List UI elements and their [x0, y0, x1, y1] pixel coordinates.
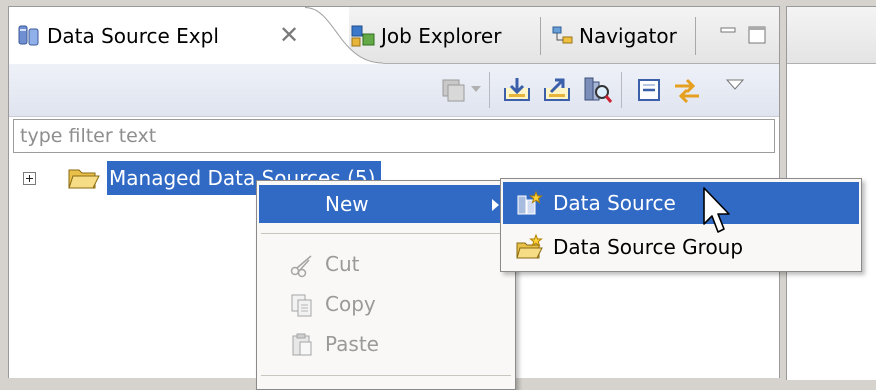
view-toolbar [9, 64, 779, 117]
menu-item-new[interactable]: New [259, 185, 513, 223]
collapse-disabled-icon[interactable] [437, 74, 469, 106]
submenu-arrow-icon [492, 199, 499, 211]
navigator-icon [552, 26, 573, 44]
paste-icon [292, 333, 312, 356]
expand-icon[interactable] [23, 172, 36, 185]
menu-separator [261, 233, 511, 234]
link-with-editor-icon[interactable] [671, 74, 703, 106]
tab-navigator[interactable]: Navigator [579, 22, 677, 50]
import-icon[interactable] [501, 74, 533, 106]
find-icon[interactable] [581, 74, 613, 106]
menu-item-label: Cut [325, 252, 360, 276]
filter-input[interactable] [13, 119, 775, 153]
submenu-item-label: Data Source [553, 191, 676, 215]
editor-area-tab-strip [787, 7, 876, 64]
tab-data-source-explorer[interactable]: Data Source Expl ✕ [9, 7, 349, 64]
submenu-item-data-source[interactable]: Data Source [503, 182, 859, 224]
scissors-icon [290, 255, 312, 278]
menu-separator [261, 375, 511, 376]
menu-item-label: Copy [325, 292, 376, 316]
submenu-item-data-source-group[interactable]: Data Source Group [503, 226, 859, 268]
menu-item-cut[interactable]: Cut [259, 245, 513, 283]
new-data-source-icon [517, 190, 543, 215]
minimize-icon[interactable] [719, 25, 739, 39]
new-folder-icon [516, 234, 543, 259]
data-source-explorer-icon [18, 25, 39, 46]
menu-item-copy[interactable]: Copy [259, 285, 513, 323]
new-submenu: Data Source Data Source Group [500, 178, 862, 272]
toolbar-separator [621, 72, 622, 108]
close-icon[interactable]: ✕ [279, 21, 299, 49]
collapse-all-icon[interactable] [633, 74, 665, 106]
tab-label: Data Source Expl [47, 24, 219, 48]
view-menu-icon[interactable] [725, 78, 745, 92]
maximize-icon[interactable] [747, 25, 769, 47]
context-menu: New Cut Copy Paste [256, 180, 516, 390]
job-explorer-icon [351, 25, 375, 47]
menu-item-label: Paste [325, 332, 379, 356]
menu-item-label: New [325, 192, 369, 216]
mouse-pointer-icon [703, 187, 730, 233]
dropdown-arrow-icon[interactable] [471, 86, 481, 94]
export-icon[interactable] [541, 74, 573, 106]
tab-job-explorer[interactable]: Job Explorer [381, 22, 501, 50]
menu-item-paste[interactable]: Paste [259, 325, 513, 363]
tab-divider [540, 17, 541, 55]
tab-divider [695, 17, 696, 55]
copy-icon [291, 294, 312, 317]
folder-open-icon [68, 169, 100, 189]
toolbar-separator [489, 72, 490, 108]
